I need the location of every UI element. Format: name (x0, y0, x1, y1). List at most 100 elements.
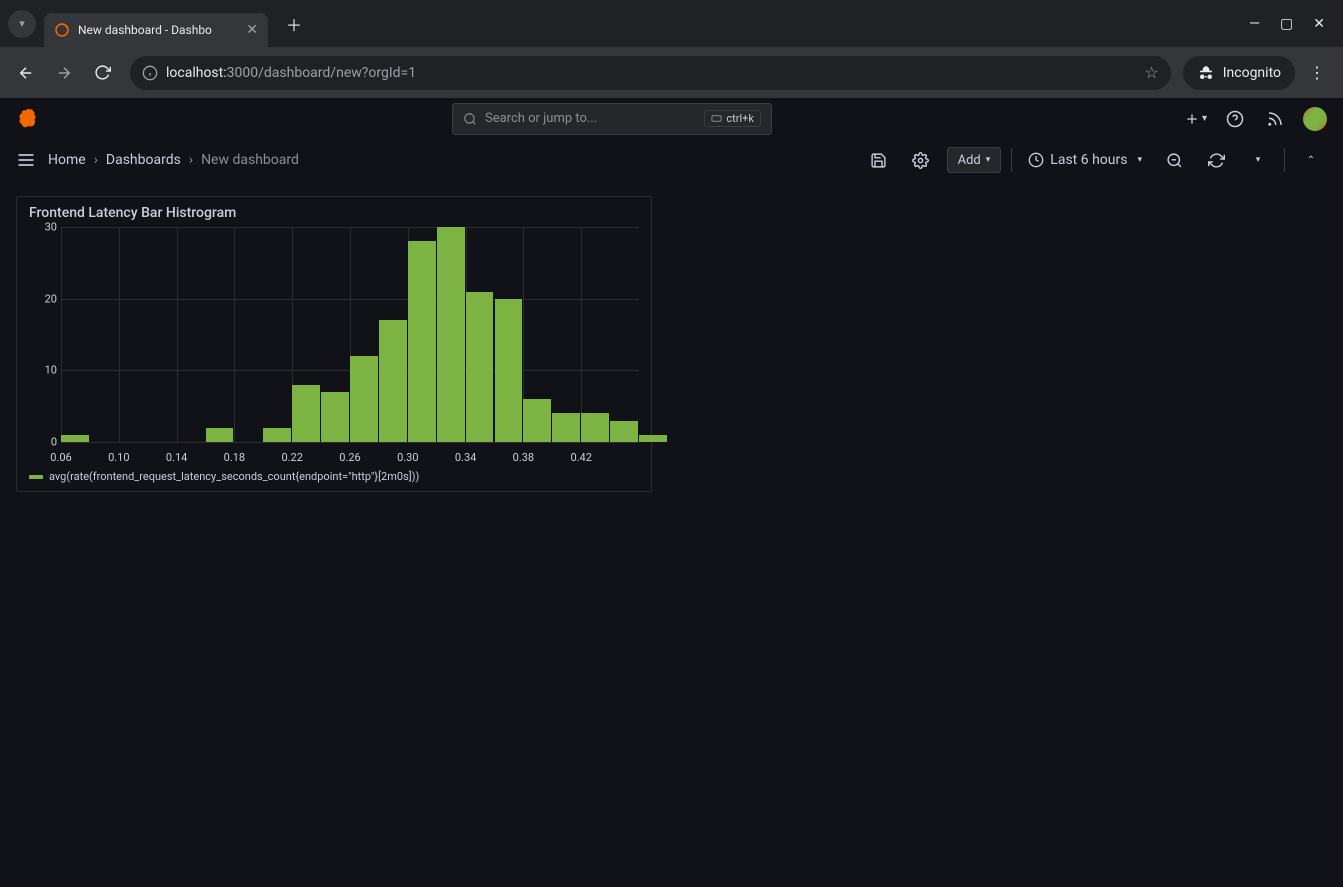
histogram-bar (61, 435, 89, 442)
histogram-bar (610, 421, 638, 443)
gridline (177, 227, 178, 442)
histogram-bar (639, 435, 667, 442)
site-info-icon[interactable] (142, 65, 158, 81)
histogram-bar (581, 413, 609, 442)
tab-close-icon[interactable]: ✕ (246, 22, 258, 38)
save-dashboard-button[interactable] (863, 144, 895, 176)
histogram-bar (552, 413, 580, 442)
histogram-bar (321, 392, 349, 442)
browser-menu-icon[interactable]: ⋮ (1301, 63, 1333, 82)
x-tick-label: 0.42 (570, 451, 591, 464)
x-tick-label: 0.34 (455, 451, 476, 464)
divider (1011, 148, 1012, 172)
help-icon (1226, 110, 1244, 128)
panel-legend[interactable]: avg(rate(frontend_request_latency_second… (29, 470, 639, 483)
collapse-button[interactable]: ⌃ (1295, 144, 1327, 176)
clock-icon (1028, 152, 1044, 168)
url-text: localhost:3000/dashboard/new?orgId=1 (166, 65, 416, 81)
incognito-icon (1197, 64, 1215, 82)
zoom-out-icon (1166, 152, 1183, 169)
x-tick-label: 0.30 (397, 451, 418, 464)
histogram-chart: 01020300.060.100.140.180.220.260.300.340… (29, 227, 639, 466)
gridline (234, 227, 235, 442)
gridline (119, 227, 120, 442)
reload-button[interactable] (86, 57, 118, 89)
toggle-menu-button[interactable] (16, 150, 36, 170)
search-icon (463, 112, 477, 126)
global-search[interactable]: Search or jump to... ctrl+k (452, 103, 772, 135)
histogram-bar (263, 428, 291, 442)
time-range-picker[interactable]: Last 6 hours ▾ (1022, 152, 1148, 168)
y-tick-label: 0 (51, 436, 57, 449)
histogram-bar (523, 399, 551, 442)
refresh-icon (1208, 152, 1225, 169)
user-avatar[interactable] (1303, 107, 1327, 131)
y-tick-label: 30 (45, 221, 57, 234)
search-kbd: ctrl+k (704, 110, 761, 127)
new-tab-button[interactable]: ＋ (280, 10, 308, 38)
legend-label: avg(rate(frontend_request_latency_second… (49, 470, 419, 483)
refresh-interval-button[interactable]: ▾ (1242, 144, 1274, 176)
chevron-down-icon: ▾ (986, 155, 991, 165)
histogram-bar (495, 299, 523, 442)
breadcrumb: Home › Dashboards › New dashboard (48, 152, 299, 168)
histogram-bar (292, 385, 320, 442)
zoom-out-button[interactable] (1158, 144, 1190, 176)
histogram-bar (408, 241, 436, 442)
x-tick-label: 0.38 (513, 451, 534, 464)
divider (1284, 148, 1285, 172)
tab-search-button[interactable]: ▾ (8, 10, 36, 38)
breadcrumb-current: New dashboard (201, 152, 299, 168)
browser-tab[interactable]: New dashboard - Dashbo ✕ (44, 13, 268, 47)
tab-favicon-icon (54, 22, 70, 38)
legend-swatch-icon (29, 475, 43, 479)
histogram-bar (206, 428, 234, 442)
panel-frontend-latency[interactable]: Frontend Latency Bar Histrogram 0 10 20 30 0… (16, 196, 652, 492)
search-placeholder: Search or jump to... (485, 111, 704, 126)
histogram-bar (466, 292, 494, 443)
panel-title: Frontend Latency Bar Histrogram (29, 205, 639, 221)
x-tick-label: 0.06 (50, 451, 71, 464)
breadcrumb-home[interactable]: Home (48, 152, 86, 168)
forward-button[interactable] (48, 57, 80, 89)
dashboard-settings-button[interactable] (905, 144, 937, 176)
chevron-down-icon: ▾ (1137, 155, 1142, 165)
histogram-bar (437, 227, 465, 442)
x-tick-label: 0.18 (224, 451, 245, 464)
gear-icon (912, 152, 929, 169)
rss-icon (1266, 110, 1284, 128)
browser-tab-bar: ▾ New dashboard - Dashbo ✕ ＋ — ▢ ✕ (0, 0, 1343, 47)
plus-icon (1184, 111, 1200, 127)
x-tick-label: 0.14 (166, 451, 187, 464)
news-button[interactable] (1263, 107, 1287, 131)
menu-icon (16, 150, 36, 170)
save-icon (870, 152, 887, 169)
create-menu[interactable]: ▾ (1184, 111, 1207, 127)
help-button[interactable] (1223, 107, 1247, 131)
grafana-logo-icon[interactable] (16, 107, 40, 131)
add-panel-button[interactable]: Add ▾ (947, 147, 1002, 173)
close-window-icon[interactable]: ✕ (1313, 16, 1325, 32)
minimize-icon[interactable]: — (1249, 16, 1260, 32)
chevron-down-icon: ▾ (1256, 155, 1261, 165)
x-tick-label: 0.10 (108, 451, 129, 464)
refresh-button[interactable] (1200, 144, 1232, 176)
y-tick-label: 20 (45, 292, 57, 305)
x-tick-label: 0.22 (281, 451, 302, 464)
chevron-down-icon: ▾ (19, 17, 25, 30)
bookmark-star-icon[interactable]: ☆ (1144, 63, 1158, 82)
gridline (61, 442, 639, 443)
gridline (581, 227, 582, 442)
incognito-badge[interactable]: Incognito (1183, 56, 1295, 90)
url-bar[interactable]: localhost:3000/dashboard/new?orgId=1 ☆ (130, 56, 1171, 90)
chevron-down-icon: ▾ (1202, 113, 1207, 124)
histogram-bar (350, 356, 378, 442)
tab-title: New dashboard - Dashbo (78, 23, 242, 37)
y-tick-label: 10 (45, 364, 57, 377)
dashboard-canvas[interactable]: Frontend Latency Bar Histrogram 0 10 20 30 0… (0, 180, 1343, 887)
breadcrumb-dashboards[interactable]: Dashboards (106, 152, 181, 168)
back-button[interactable] (10, 57, 42, 89)
gridline (61, 227, 62, 442)
maximize-icon[interactable]: ▢ (1280, 16, 1293, 32)
chevron-right-icon: › (94, 152, 98, 168)
